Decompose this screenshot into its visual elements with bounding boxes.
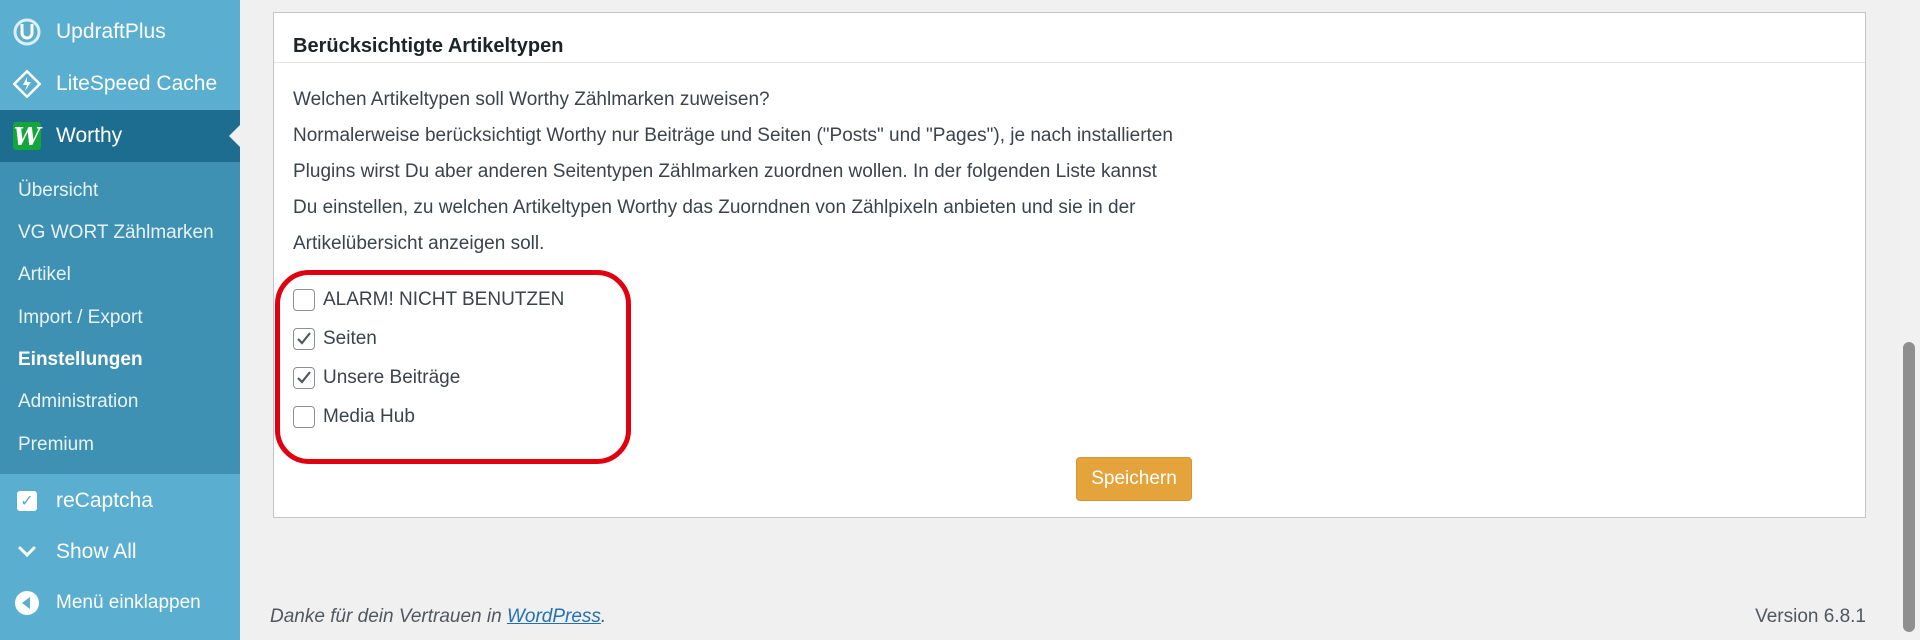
menu-label-litespeed: LiteSpeed Cache: [56, 72, 218, 95]
chevron-down-icon: [13, 538, 41, 566]
card-title: Berücksichtigte Artikeltypen: [293, 35, 564, 57]
checkbox-seiten[interactable]: [293, 328, 315, 350]
post-type-label: Seiten: [323, 328, 377, 349]
checkmark-icon: [297, 332, 311, 345]
description-line: Artikelübersicht anzeigen soll.: [293, 233, 545, 254]
menu-item-litespeed-cache[interactable]: LiteSpeed Cache: [0, 58, 240, 110]
menu-label-updraftplus: UpdraftPlus: [56, 20, 166, 43]
litespeed-diamond-icon: [13, 70, 41, 98]
submenu-item-artikel[interactable]: Artikel: [18, 264, 71, 286]
description-line: Normalerweise berücksichtigt Worthy nur …: [293, 125, 1173, 146]
menu-label-show-all: Show All: [56, 540, 137, 563]
post-type-label: Media Hub: [323, 406, 415, 427]
save-button[interactable]: Speichern: [1076, 457, 1192, 501]
scrollbar-thumb[interactable]: [1903, 342, 1915, 632]
worthy-submenu: Übersicht VG WORT Zählmarken Artikel Imp…: [0, 162, 240, 474]
recaptcha-checkbox-icon: ✓: [13, 487, 41, 515]
menu-item-recaptcha[interactable]: ✓ reCaptcha: [0, 475, 240, 527]
post-type-label: ALARM! NICHT BENUTZEN: [323, 289, 565, 310]
menu-item-worthy[interactable]: W Worthy: [0, 110, 240, 162]
post-type-label: Unsere Beiträge: [323, 367, 461, 388]
card-header: Berücksichtigte Artikeltypen: [274, 13, 1865, 63]
post-type-option[interactable]: Seiten: [293, 324, 377, 354]
description-line: Du einstellen, zu welchen Artikeltypen W…: [293, 197, 1136, 218]
worthy-logo-icon: W: [13, 121, 41, 151]
submenu-item-import-export[interactable]: Import / Export: [18, 307, 143, 329]
active-arrow-indicator: [229, 125, 240, 147]
submenu-item-administration[interactable]: Administration: [18, 391, 138, 413]
checkbox-media-hub[interactable]: [293, 406, 315, 428]
description-line: Plugins wirst Du aber anderen Seitentype…: [293, 161, 1157, 182]
checkbox-alarm-nicht-benutzen[interactable]: [293, 289, 315, 311]
menu-item-updraftplus[interactable]: UpdraftPlus: [0, 6, 240, 58]
post-type-option[interactable]: ALARM! NICHT BENUTZEN: [293, 285, 564, 315]
post-type-option[interactable]: Unsere Beiträge: [293, 363, 460, 393]
menu-label-worthy: Worthy: [56, 124, 123, 147]
checkmark-icon: [297, 371, 311, 384]
footer-thanks: Danke für dein Vertrauen in WordPress.: [270, 606, 607, 627]
checkbox-unsere-beitraege[interactable]: [293, 367, 315, 389]
submenu-item-premium[interactable]: Premium: [18, 434, 94, 456]
collapse-menu-button[interactable]: Menü einklappen: [0, 577, 240, 629]
updraftplus-icon: [13, 18, 41, 46]
admin-sidebar: UpdraftPlus LiteSpeed Cache W Worthy Übe…: [0, 0, 240, 640]
post-type-option[interactable]: Media Hub: [293, 402, 415, 432]
vertical-scrollbar[interactable]: [1898, 0, 1920, 640]
submenu-item-vg-wort-zaehlmarken[interactable]: VG WORT Zählmarken: [18, 222, 214, 244]
menu-item-show-all[interactable]: Show All: [0, 526, 240, 578]
wordpress-link[interactable]: WordPress: [507, 606, 601, 627]
post-types-settings-card: Berücksichtigte Artikeltypen Welchen Art…: [273, 12, 1866, 518]
menu-label-recaptcha: reCaptcha: [56, 489, 153, 512]
submenu-item-einstellungen[interactable]: Einstellungen: [18, 349, 143, 371]
menu-label-collapse: Menü einklappen: [56, 592, 201, 613]
collapse-arrow-icon: [13, 589, 41, 617]
footer-version: Version 6.8.1: [1755, 606, 1866, 627]
description-line: Welchen Artikeltypen soll Worthy Zählmar…: [293, 89, 770, 110]
submenu-item-uebersicht[interactable]: Übersicht: [18, 180, 98, 202]
